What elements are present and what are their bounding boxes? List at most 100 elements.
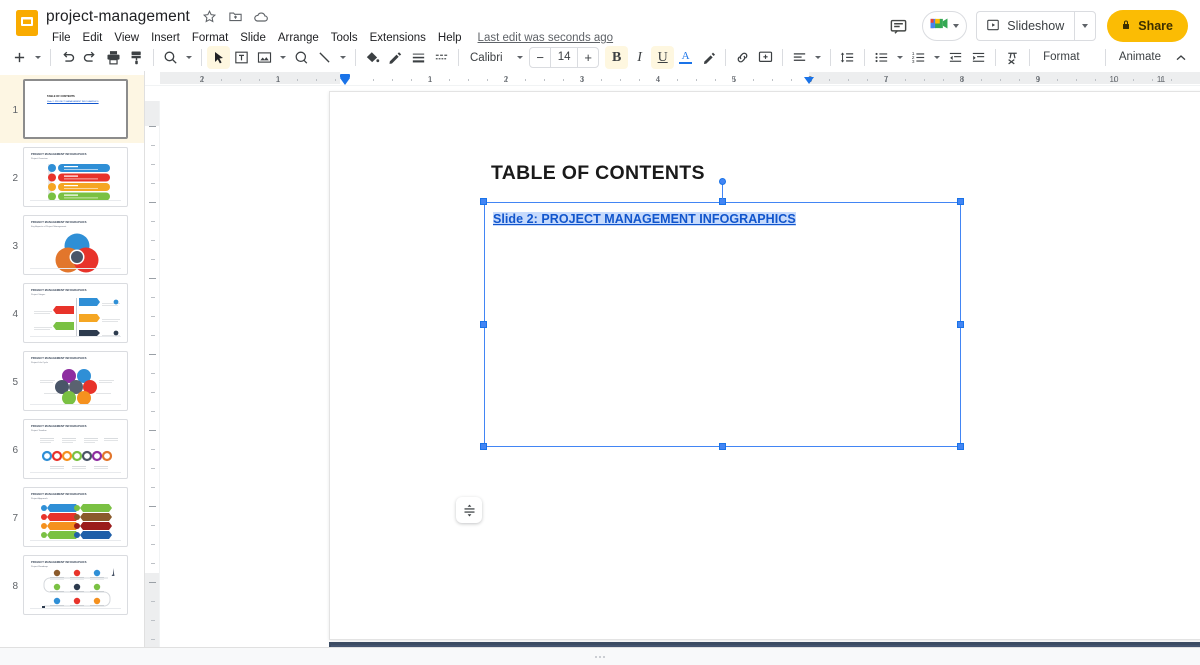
numbered-list-caret[interactable] bbox=[934, 56, 941, 59]
decrease-indent-icon[interactable] bbox=[944, 46, 967, 69]
fill-color-button[interactable] bbox=[361, 46, 384, 69]
font-family-caret[interactable] bbox=[517, 56, 524, 59]
line-spacing-icon[interactable] bbox=[836, 46, 859, 69]
undo-button[interactable] bbox=[56, 46, 79, 69]
resize-handle-bottom-center[interactable] bbox=[718, 443, 726, 450]
redo-button[interactable] bbox=[79, 46, 102, 69]
align-dropdown-caret[interactable] bbox=[815, 56, 822, 59]
star-icon[interactable] bbox=[201, 8, 218, 25]
vertical-align-text-button[interactable] bbox=[456, 497, 482, 523]
filmstrip-slide-7[interactable]: 7 PROJECT MANAGEMENT INFOGRAPHICS Projec… bbox=[0, 483, 144, 551]
resize-handle-middle-right[interactable] bbox=[957, 320, 964, 328]
filmstrip-slide-2[interactable]: 2 PROJECT MANAGEMENT INFOGRAPHICS Projec… bbox=[0, 143, 144, 211]
menu-tools[interactable]: Tools bbox=[325, 29, 364, 48]
slide-thumbnail[interactable]: PROJECT MANAGEMENT INFOGRAPHICS Project … bbox=[23, 147, 128, 207]
numbered-list-icon[interactable]: 123 bbox=[907, 46, 930, 69]
filmstrip-slide-3[interactable]: 3 PROJECT MANAGEMENT INFOGRAPHICS Key As… bbox=[0, 211, 144, 279]
share-button[interactable]: Share bbox=[1107, 10, 1188, 42]
horizontal-ruler[interactable]: 2 1 1 2 3 4 5 6 7 8 9 10 11 bbox=[145, 71, 1200, 86]
highlight-pen-icon[interactable] bbox=[697, 46, 720, 69]
border-dash-button[interactable] bbox=[430, 46, 453, 69]
last-edit-status[interactable]: Last edit was seconds ago bbox=[478, 32, 614, 44]
paint-format-button[interactable] bbox=[125, 46, 148, 69]
slideshow-dropdown-button[interactable] bbox=[1074, 11, 1097, 41]
line-dropdown-caret[interactable] bbox=[340, 56, 346, 59]
menu-edit[interactable]: Edit bbox=[77, 29, 109, 48]
slide-thumbnail[interactable]: PROJECT MANAGEMENT INFOGRAPHICS Project … bbox=[23, 555, 128, 615]
text-box-button[interactable] bbox=[230, 46, 253, 69]
vertical-ruler[interactable] bbox=[145, 101, 160, 659]
slide-thumbnail[interactable]: PROJECT MANAGEMENT INFOGRAPHICS Key Aspe… bbox=[23, 215, 128, 275]
slide-thumbnail[interactable]: PROJECT MANAGEMENT INFOGRAPHICS Project … bbox=[23, 487, 128, 547]
filmstrip-slide-4[interactable]: 4 PROJECT MANAGEMENT INFOGRAPHICS Projec… bbox=[0, 279, 144, 347]
select-tool-button[interactable] bbox=[207, 46, 230, 69]
insert-link-icon[interactable] bbox=[731, 46, 754, 69]
slide-canvas[interactable]: TABLE OF CONTENTS Slide 2: PROJECT MANAG… bbox=[329, 91, 1200, 640]
filmstrip-slide-5[interactable]: 5 PROJECT MANAGEMENT INFOGRAPHICS Projec… bbox=[0, 347, 144, 415]
resize-handle-top-right[interactable] bbox=[957, 198, 964, 205]
line-button[interactable] bbox=[313, 46, 336, 69]
meet-dropdown-caret[interactable] bbox=[953, 24, 960, 28]
italic-button[interactable]: I bbox=[628, 46, 651, 69]
border-weight-button[interactable] bbox=[407, 46, 430, 69]
resize-handle-top-left[interactable] bbox=[480, 198, 487, 205]
slide-thumbnail[interactable]: PROJECT MANAGEMENT INFOGRAPHICS Project … bbox=[23, 419, 128, 479]
menu-arrange[interactable]: Arrange bbox=[272, 29, 325, 48]
zoom-dropdown-caret[interactable] bbox=[186, 56, 192, 59]
text-color-button[interactable]: A bbox=[674, 46, 697, 69]
filmstrip-slide-8[interactable]: 8 PROJECT MANAGEMENT INFOGRAPHICS Projec… bbox=[0, 551, 144, 619]
left-indent-marker[interactable] bbox=[340, 78, 350, 85]
speaker-notes-drag-handle[interactable] bbox=[595, 655, 605, 658]
bold-button[interactable]: B bbox=[605, 46, 629, 69]
resize-handle-middle-left[interactable] bbox=[480, 320, 487, 328]
align-left-icon[interactable] bbox=[788, 46, 811, 69]
slide-filmstrip[interactable]: 1 TABLE OF CONTENTS Slide 2: PROJECT MAN… bbox=[0, 71, 145, 647]
cloud-saved-icon[interactable] bbox=[253, 8, 270, 25]
new-slide-dropdown-caret[interactable] bbox=[35, 56, 41, 59]
chevron-up-icon[interactable] bbox=[1169, 46, 1192, 69]
document-title[interactable]: project-management bbox=[46, 8, 192, 26]
filmstrip-slide-1[interactable]: 1 TABLE OF CONTENTS Slide 2: PROJECT MAN… bbox=[0, 75, 144, 143]
first-line-indent-marker[interactable] bbox=[340, 74, 350, 78]
comment-history-icon[interactable] bbox=[883, 11, 913, 41]
google-meet-button[interactable] bbox=[922, 11, 968, 41]
menu-format[interactable]: Format bbox=[186, 29, 234, 48]
slide-heading[interactable]: TABLE OF CONTENTS bbox=[491, 162, 705, 185]
slide-thumbnail[interactable]: PROJECT MANAGEMENT INFOGRAPHICS Project … bbox=[23, 351, 128, 411]
add-comment-icon[interactable] bbox=[754, 46, 777, 69]
resize-handle-bottom-right[interactable] bbox=[957, 443, 964, 450]
filmstrip-slide-6[interactable]: 6 PROJECT MANAGEMENT INFOGRAPHICS Projec… bbox=[0, 415, 144, 483]
menu-insert[interactable]: Insert bbox=[145, 29, 186, 48]
increase-indent-icon[interactable] bbox=[967, 46, 990, 69]
menu-slide[interactable]: Slide bbox=[234, 29, 272, 48]
border-color-button[interactable] bbox=[384, 46, 407, 69]
resize-handle-bottom-left[interactable] bbox=[480, 443, 487, 450]
increase-font-size-button[interactable]: + bbox=[578, 48, 598, 67]
animate-button[interactable]: Animate bbox=[1111, 46, 1169, 69]
menu-extensions[interactable]: Extensions bbox=[364, 29, 432, 48]
menu-help[interactable]: Help bbox=[432, 29, 468, 48]
bulleted-list-caret[interactable] bbox=[897, 56, 904, 59]
new-slide-button[interactable] bbox=[8, 46, 31, 69]
insert-image-button[interactable] bbox=[253, 46, 276, 69]
format-options-button[interactable]: Format options bbox=[1035, 46, 1100, 86]
zoom-button[interactable] bbox=[159, 46, 182, 69]
print-button[interactable] bbox=[102, 46, 125, 69]
insert-image-dropdown-caret[interactable] bbox=[280, 56, 286, 59]
slide-thumbnail[interactable]: TABLE OF CONTENTS Slide 2: PROJECT MANAG… bbox=[23, 79, 128, 139]
menu-file[interactable]: File bbox=[46, 29, 77, 48]
font-size-input[interactable]: 14 bbox=[550, 48, 579, 67]
menu-view[interactable]: View bbox=[108, 29, 145, 48]
slideshow-button[interactable]: Slideshow bbox=[976, 11, 1075, 41]
right-indent-marker[interactable] bbox=[804, 77, 814, 84]
underline-button[interactable]: U bbox=[651, 46, 675, 69]
selected-text-box[interactable]: Slide 2: PROJECT MANAGEMENT INFOGRAPHICS bbox=[484, 202, 961, 447]
slide-thumbnail[interactable]: PROJECT MANAGEMENT INFOGRAPHICS Project … bbox=[23, 283, 128, 343]
decrease-font-size-button[interactable]: − bbox=[530, 48, 550, 67]
font-family-select[interactable]: Calibri bbox=[464, 46, 513, 69]
rotation-handle[interactable] bbox=[718, 178, 726, 185]
shape-button[interactable] bbox=[290, 46, 313, 69]
slide-link-text[interactable]: Slide 2: PROJECT MANAGEMENT INFOGRAPHICS bbox=[493, 212, 796, 226]
bulleted-list-icon[interactable] bbox=[870, 46, 893, 69]
clear-formatting-icon[interactable] bbox=[1001, 46, 1024, 69]
